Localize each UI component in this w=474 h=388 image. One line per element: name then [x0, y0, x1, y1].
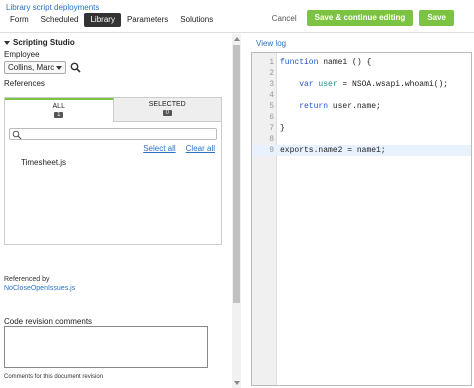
code-text: } — [280, 124, 285, 133]
referenced-by-link[interactable]: NoCloseOpenIssues.js — [4, 285, 75, 292]
tab-bar: Form Scheduled Library Parameters Soluti… — [4, 12, 219, 28]
save-button[interactable]: Save — [419, 10, 454, 26]
code-text: exports.name2 = name1; — [280, 146, 386, 155]
line-number: 1 — [269, 58, 274, 67]
references-box: ALL 1 SELECTED 0 Select all Clear all Ti… — [4, 97, 222, 245]
count-badge: 1 — [54, 112, 64, 118]
references-label: References — [4, 79, 45, 88]
revision-comments-textarea[interactable] — [4, 326, 208, 368]
line-number: 9 — [269, 146, 274, 155]
code-text: return user.name; — [299, 102, 381, 111]
line-number: 4 — [269, 91, 274, 100]
scroll-down-icon[interactable] — [234, 381, 240, 385]
left-panel: Scripting Studio Employee Collins, Marc … — [4, 38, 228, 386]
referenced-by-label: Referenced by — [4, 276, 50, 283]
code-line[interactable]: 8 — [252, 134, 471, 145]
line-number: 8 — [269, 135, 274, 144]
left-scrollbar[interactable] — [232, 34, 241, 388]
tab-form[interactable]: Form — [4, 13, 35, 27]
ref-tab-all-label: ALL — [52, 103, 65, 110]
code-line[interactable]: 1 function name1 () { — [252, 57, 471, 68]
view-log-link[interactable]: View log — [256, 39, 286, 48]
save-continue-button[interactable]: Save & continue editing — [306, 10, 414, 26]
employee-select[interactable]: Collins, Marc — [4, 61, 66, 74]
employee-select-value: Collins, Marc — [8, 63, 55, 72]
code-line[interactable]: 4 — [252, 90, 471, 101]
line-number: 6 — [269, 113, 274, 122]
search-icon[interactable] — [70, 62, 81, 73]
scrollbar-thumb[interactable] — [233, 45, 240, 303]
header-divider — [0, 32, 474, 33]
tab-scheduled[interactable]: Scheduled — [35, 13, 85, 27]
code-editor[interactable]: 1 function name1 () {2 3 var user = NSOA.w… — [251, 52, 472, 386]
clear-all-link[interactable]: Clear all — [186, 144, 215, 153]
line-number: 3 — [269, 80, 274, 89]
section-header-scripting-studio[interactable]: Scripting Studio — [4, 38, 228, 47]
line-number: 7 — [269, 124, 274, 133]
ref-tab-selected[interactable]: SELECTED 0 — [113, 98, 221, 122]
revision-comments-hint: Comments for this document revision — [4, 374, 104, 380]
cancel-button[interactable]: Cancel — [268, 14, 301, 23]
search-icon — [12, 130, 22, 140]
scroll-up-icon[interactable] — [234, 37, 240, 41]
code-text: var user = NSOA.wsapi.whoami(); — [299, 80, 449, 89]
line-number: 2 — [269, 69, 274, 78]
tab-solutions[interactable]: Solutions — [174, 13, 219, 27]
line-number: 5 — [269, 102, 274, 111]
code-line[interactable]: 3 var user = NSOA.wsapi.whoami(); — [252, 79, 471, 90]
code-text: function name1 () { — [280, 58, 372, 67]
tab-parameters[interactable]: Parameters — [121, 13, 174, 27]
top-actions: Cancel Save & continue editing Save — [268, 10, 454, 26]
count-badge: 0 — [162, 110, 172, 116]
selection-links: Select all Clear all — [143, 144, 215, 153]
code-line[interactable]: 7} — [252, 123, 471, 134]
chevron-down-icon — [56, 65, 62, 70]
employee-label: Employee — [4, 50, 40, 59]
caret-down-icon — [4, 40, 10, 45]
code-line[interactable]: 9 exports.name2 = name1; — [252, 145, 471, 156]
reference-search-input[interactable] — [9, 128, 217, 140]
ref-tab-all[interactable]: ALL 1 — [5, 98, 114, 122]
select-all-link[interactable]: Select all — [143, 144, 175, 153]
revision-comments-label: Code revision comments — [4, 317, 93, 326]
code-line[interactable]: 2 — [252, 68, 471, 79]
section-title: Scripting Studio — [13, 38, 75, 47]
tab-library[interactable]: Library — [84, 13, 121, 27]
list-item[interactable]: Timesheet.js — [21, 158, 66, 167]
code-line[interactable]: 6 — [252, 112, 471, 123]
breadcrumb[interactable]: Library script deployments — [6, 3, 99, 12]
code-line[interactable]: 5 return user.name; — [252, 101, 471, 112]
ref-tab-selected-label: SELECTED — [148, 101, 186, 108]
